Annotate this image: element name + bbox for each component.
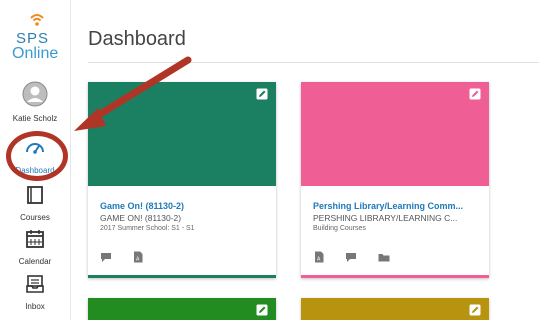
course-card-color-bar bbox=[88, 275, 276, 278]
course-card-code: GAME ON! (81130-2) bbox=[100, 213, 182, 223]
course-card-term: Building Courses bbox=[313, 225, 366, 232]
discussions-icon[interactable] bbox=[100, 250, 112, 262]
course-card-hero[interactable] bbox=[301, 298, 489, 320]
course-card[interactable] bbox=[301, 298, 489, 320]
course-card[interactable] bbox=[88, 298, 276, 320]
header-divider bbox=[88, 62, 539, 63]
course-card-title[interactable]: Pershing Library/Learning Comm... bbox=[313, 201, 463, 211]
course-card-actions: A bbox=[100, 250, 160, 263]
course-card[interactable]: Pershing Library/Learning Comm... PERSHI… bbox=[301, 82, 489, 278]
inbox-icon bbox=[26, 275, 44, 293]
files-folder-icon[interactable] bbox=[378, 250, 390, 262]
sps-online-logo[interactable]: SPS Online bbox=[12, 12, 62, 67]
edit-icon[interactable] bbox=[469, 304, 481, 316]
dashboard-highlight-circle bbox=[6, 131, 68, 181]
discussions-icon[interactable] bbox=[345, 250, 357, 262]
nav-courses-label: Courses bbox=[20, 213, 50, 222]
course-card-color-bar bbox=[301, 275, 489, 278]
nav-account[interactable]: Katie Scholz bbox=[0, 81, 70, 123]
course-card-title[interactable]: Game On! (81130-2) bbox=[100, 201, 184, 211]
course-card-hero[interactable] bbox=[88, 298, 276, 320]
edit-icon[interactable] bbox=[469, 88, 481, 100]
nav-calendar-label: Calendar bbox=[18, 257, 52, 266]
course-card-hero[interactable] bbox=[301, 82, 489, 186]
nav-inbox-label: Inbox bbox=[25, 302, 45, 311]
avatar-icon bbox=[22, 81, 48, 107]
edit-icon[interactable] bbox=[256, 304, 268, 316]
logo-online-text: Online bbox=[12, 45, 59, 62]
course-card-term: 2017 Summer School: S1 - S1 bbox=[100, 225, 195, 232]
course-card-hero[interactable] bbox=[88, 82, 276, 186]
calendar-icon bbox=[26, 230, 44, 248]
nav-calendar[interactable]: Calendar bbox=[0, 228, 70, 266]
courses-book-icon bbox=[27, 186, 43, 204]
wifi-icon bbox=[30, 14, 44, 26]
grades-icon[interactable]: A bbox=[313, 250, 325, 263]
grades-icon[interactable]: A bbox=[132, 250, 144, 263]
course-card-actions: A bbox=[313, 250, 406, 263]
nav-inbox[interactable]: Inbox bbox=[0, 273, 70, 311]
edit-icon[interactable] bbox=[256, 88, 268, 100]
page-title: Dashboard bbox=[88, 28, 186, 50]
nav-courses[interactable]: Courses bbox=[0, 184, 70, 222]
course-card[interactable]: Game On! (81130-2) GAME ON! (81130-2) 20… bbox=[88, 82, 276, 278]
nav-account-label: Katie Scholz bbox=[12, 114, 58, 123]
course-card-code: PERSHING LIBRARY/LEARNING C... bbox=[313, 213, 458, 223]
